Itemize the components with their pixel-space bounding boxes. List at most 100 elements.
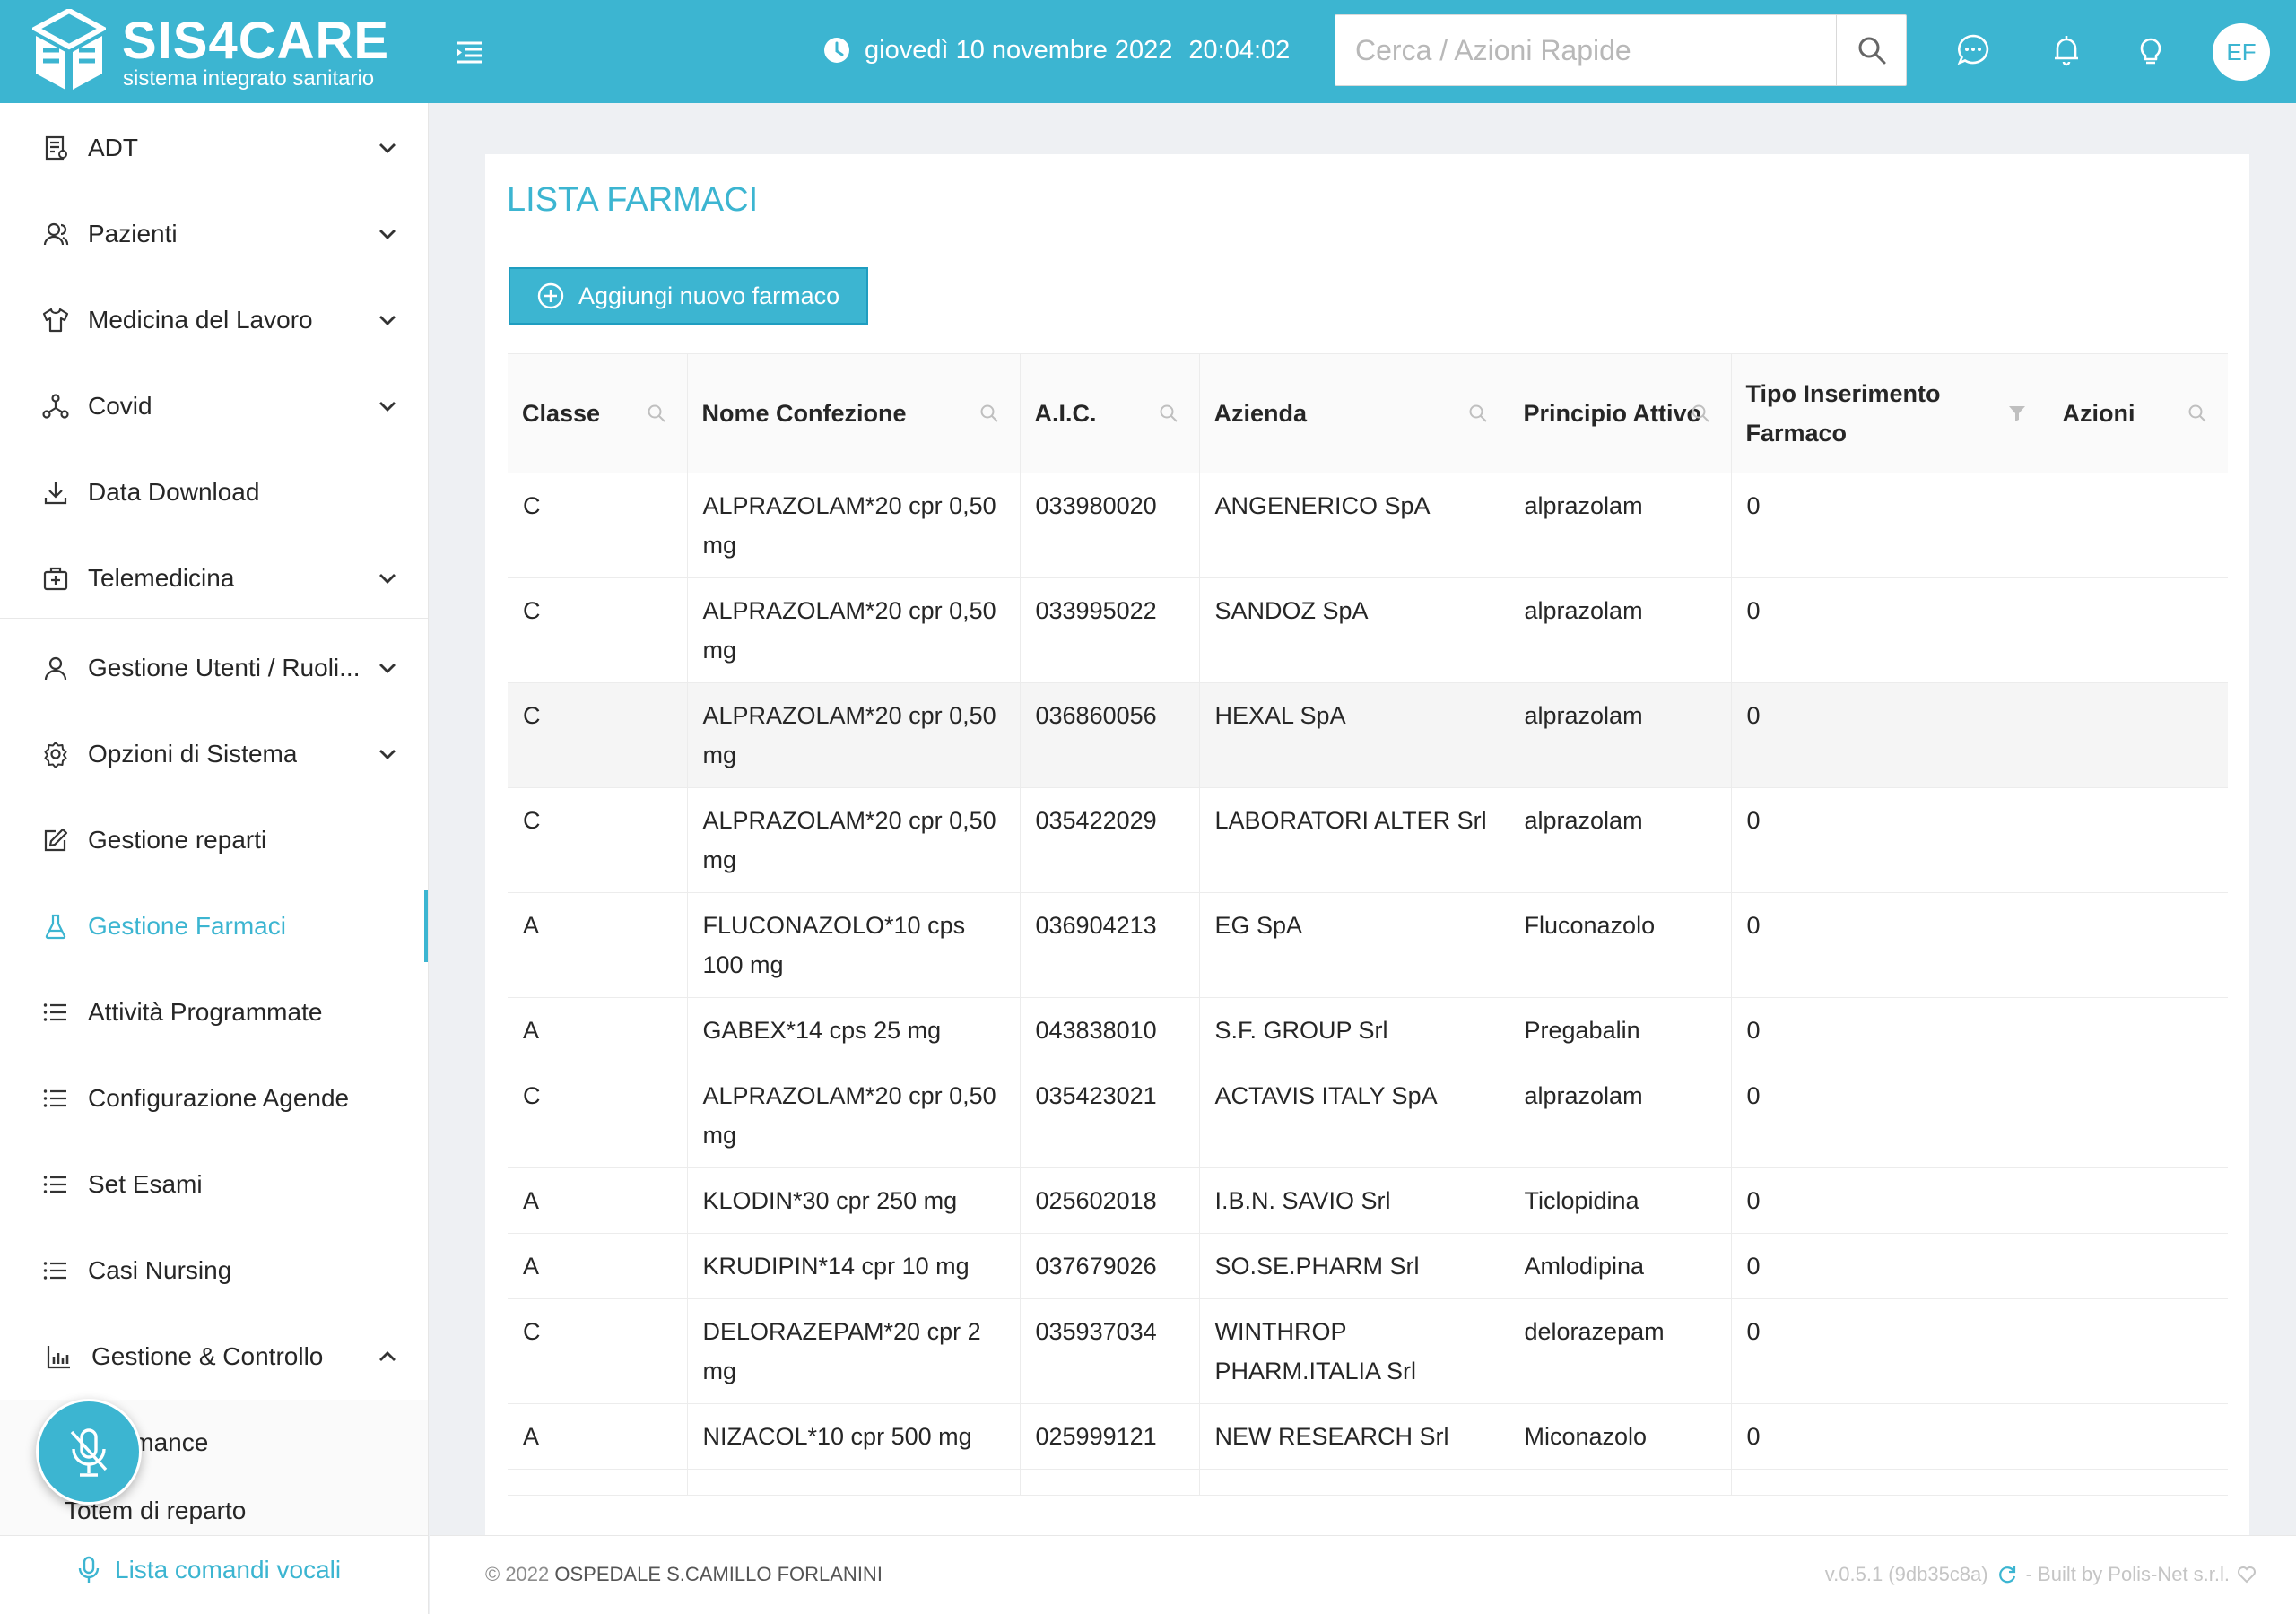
table-row[interactable] [508, 1469, 2228, 1496]
table-row[interactable]: C ALPRAZOLAM*20 cpr 0,50 mg 036860056 HEXAL… [508, 682, 2228, 788]
column-header[interactable]: Principio Attivo [1509, 353, 1732, 473]
chat-icon[interactable] [1955, 32, 1991, 68]
search-icon[interactable] [978, 403, 1000, 424]
sidebar-item-label: Gestione Utenti / Ruoli... [88, 654, 361, 681]
cell-aic: 036904213 [1020, 892, 1200, 998]
table-header-row: Classe Nome Confezione A.I.C. Azienda Princi… [508, 353, 2228, 473]
cell-azioni[interactable] [2048, 1403, 2228, 1470]
sidebar-item-data-download[interactable]: Data Download [0, 449, 428, 535]
app-logo[interactable]: SIS4CARE sistema integrato sanitario [32, 9, 436, 94]
cell-azioni[interactable] [2048, 997, 2228, 1063]
cell-azioni[interactable] [2048, 892, 2228, 998]
search-icon[interactable] [2187, 403, 2208, 424]
sidebar-item-opzioni-sistema[interactable]: Opzioni di Sistema [0, 711, 428, 797]
cell-azienda: LABORATORI ALTER Srl [1199, 787, 1509, 893]
cell-tipo-inserimento: 0 [1731, 787, 2048, 893]
cell-azioni[interactable] [2048, 473, 2228, 578]
cell-nome-confezione: ALPRAZOLAM*20 cpr 0,50 mg [687, 787, 1021, 893]
column-header[interactable]: A.I.C. [1020, 353, 1200, 473]
cell-azienda: ACTAVIS ITALY SpA [1199, 1063, 1509, 1168]
search-input[interactable] [1335, 15, 1836, 85]
add-drug-button[interactable]: Aggiungi nuovo farmaco [509, 267, 869, 325]
table-row[interactable]: C ALPRAZOLAM*20 cpr 0,50 mg 033980020 ANGEN… [508, 473, 2228, 578]
cell-principio-attivo: alprazolam [1509, 682, 1732, 788]
sidebar-item-pazienti[interactable]: Pazienti [0, 191, 428, 277]
table-row[interactable]: A KRUDIPIN*14 cpr 10 mg 037679026 SO.SE.PHA… [508, 1233, 2228, 1299]
logo-cube-icon [32, 9, 106, 90]
cell-azioni[interactable] [2048, 1167, 2228, 1234]
cell-azioni[interactable] [2048, 1063, 2228, 1168]
filter-icon[interactable] [2006, 403, 2028, 424]
sidebar-item-set-esami[interactable]: Set Esami [0, 1141, 428, 1228]
column-header[interactable]: Classe [508, 353, 688, 473]
cell-azioni[interactable] [2048, 1298, 2228, 1404]
table-row[interactable]: A FLUCONAZOLO*10 cps 100 mg 036904213 EG Sp… [508, 892, 2228, 998]
cell-azioni[interactable] [2048, 577, 2228, 683]
microphone-off-icon [70, 1428, 108, 1477]
column-header[interactable]: Azienda [1199, 353, 1509, 473]
user-icon [44, 656, 67, 681]
search-button[interactable] [1836, 15, 1906, 85]
table-row[interactable]: C ALPRAZOLAM*20 cpr 0,50 mg 033995022 SANDO… [508, 577, 2228, 683]
sidebar-item-gestione-farmaci[interactable]: Gestione Farmaci [0, 883, 428, 969]
table-row[interactable]: A GABEX*14 cps 25 mg 043838010 S.F. GROUP S… [508, 997, 2228, 1063]
gear-icon [44, 742, 67, 768]
table-row[interactable]: A KLODIN*30 cpr 250 mg 025602018 I.B.N. SAV… [508, 1167, 2228, 1234]
search-icon[interactable] [1158, 403, 1179, 424]
cell-azioni[interactable] [2048, 787, 2228, 893]
cell-aic: 043838010 [1020, 997, 1200, 1063]
table-row[interactable]: A NIZACOL*10 cpr 500 mg 025999121 NEW RESEA… [508, 1403, 2228, 1470]
search-icon[interactable] [1690, 403, 1711, 424]
organization-name: OSPEDALE S.CAMILLO FORLANINI [554, 1563, 883, 1585]
chevron-down-icon [379, 664, 396, 673]
cell-classe: A [508, 1167, 688, 1234]
cell-principio-attivo: Amlodipina [1509, 1233, 1732, 1299]
sidebar-item-gestione-reparti[interactable]: Gestione reparti [0, 797, 428, 883]
sidebar-item-covid[interactable]: Covid [0, 363, 428, 449]
voice-mic-button[interactable] [36, 1399, 142, 1505]
cell-azioni[interactable] [2048, 682, 2228, 788]
cell-classe: C [508, 1298, 688, 1404]
sidebar-item-medicina-lavoro[interactable]: Medicina del Lavoro [0, 277, 428, 363]
bell-icon[interactable] [2048, 32, 2084, 68]
sidebar-item-telemedicina[interactable]: Telemedicina [0, 535, 428, 621]
search-icon[interactable] [1467, 403, 1489, 424]
cell-principio-attivo: alprazolam [1509, 577, 1732, 683]
sidebar-item-gestione-controllo[interactable]: Gestione & Controllo [0, 1314, 428, 1400]
patients-icon [43, 222, 69, 246]
built-by-label: - Built by Polis-Net s.r.l. [2025, 1563, 2230, 1585]
cell-azioni[interactable] [2048, 1469, 2228, 1496]
sidebar-item-label: Gestione & Controllo [91, 1342, 324, 1370]
user-avatar[interactable]: EF [2213, 23, 2270, 81]
sidebar-item-adt[interactable]: ADT [0, 105, 428, 191]
page-footer: © 2022 OSPEDALE S.CAMILLO FORLANINI v.0.… [430, 1535, 2296, 1614]
cell-principio-attivo: alprazolam [1509, 787, 1732, 893]
cell-principio-attivo: alprazolam [1509, 473, 1732, 578]
cell-aic: 033995022 [1020, 577, 1200, 683]
sidebar-item-label: Gestione reparti [88, 826, 267, 854]
table-row[interactable]: C ALPRAZOLAM*20 cpr 0,50 mg 035423021 ACTAV… [508, 1063, 2228, 1168]
drug-list-card: LISTA FARMACI Aggiungi nuovo farmaco Cla… [485, 154, 2249, 1535]
column-header[interactable]: Nome Confezione [687, 353, 1021, 473]
flask-icon [45, 914, 66, 940]
column-header[interactable]: Tipo Inserimento Farmaco [1731, 353, 2048, 473]
column-header[interactable]: Azioni [2048, 353, 2228, 473]
cell-aic: 033980020 [1020, 473, 1200, 578]
menu-fold-icon[interactable] [453, 36, 485, 68]
cell-azienda: SO.SE.PHARM Srl [1199, 1233, 1509, 1299]
bulb-icon[interactable] [2133, 32, 2169, 68]
table-row[interactable]: C ALPRAZOLAM*20 cpr 0,50 mg 035422029 LABOR… [508, 787, 2228, 893]
shirt-icon [42, 308, 69, 333]
sidebar-item-label: Pazienti [88, 220, 178, 247]
sidebar-item-gestione-utenti[interactable]: Gestione Utenti / Ruoli... [0, 625, 428, 711]
app-name: SIS4CARE [122, 12, 390, 70]
cell-aic: 025602018 [1020, 1167, 1200, 1234]
cell-azioni[interactable] [2048, 1233, 2228, 1299]
search-icon[interactable] [646, 403, 667, 424]
sidebar-item-casi-nursing[interactable]: Casi Nursing [0, 1228, 428, 1314]
sidebar-item-attivita-programmate[interactable]: Attività Programmate [0, 969, 428, 1055]
voice-commands-link[interactable]: Lista comandi vocali [77, 1556, 341, 1584]
table-row[interactable]: C DELORAZEPAM*20 cpr 2 mg 035937034 WINTHRO… [508, 1298, 2228, 1404]
sidebar-item-configurazione-agende[interactable]: Configurazione Agende [0, 1055, 428, 1141]
version-info: v.0.5.1 (9db35c8a) - Built by Polis-Net … [1825, 1563, 2266, 1586]
